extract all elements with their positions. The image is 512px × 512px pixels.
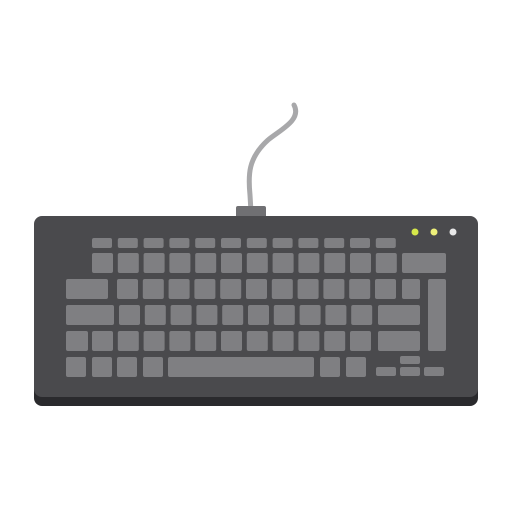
key — [196, 305, 218, 325]
key — [92, 253, 113, 273]
key — [351, 305, 373, 325]
key — [271, 279, 293, 299]
led-2-indicator — [430, 228, 438, 236]
function-key — [117, 238, 138, 248]
key — [325, 305, 347, 325]
key — [195, 331, 217, 351]
ctrl-key — [66, 357, 86, 377]
key — [272, 253, 294, 273]
key — [298, 253, 320, 273]
tab-key — [66, 279, 108, 299]
function-key — [143, 238, 164, 248]
backspace-key — [402, 253, 446, 273]
function-key — [298, 238, 319, 248]
function-key — [272, 238, 293, 248]
key — [272, 331, 294, 351]
shift-key — [378, 331, 420, 351]
key — [170, 305, 192, 325]
function-key — [375, 238, 396, 248]
key — [221, 253, 242, 273]
key — [324, 331, 346, 351]
arrow-left-key — [376, 367, 396, 376]
shift-key — [66, 331, 88, 351]
key — [168, 279, 190, 299]
key — [349, 279, 371, 299]
key — [402, 279, 420, 299]
key — [169, 253, 191, 273]
key — [222, 305, 244, 325]
keyboard-icon — [34, 102, 478, 406]
key — [117, 279, 138, 299]
key — [144, 305, 166, 325]
key — [117, 331, 139, 351]
key — [378, 305, 420, 325]
space-bar-key — [168, 357, 314, 377]
keyboard-illustration — [0, 0, 512, 512]
key — [299, 305, 321, 325]
key — [248, 305, 269, 325]
key — [350, 331, 371, 351]
alt-key — [143, 357, 163, 377]
key — [323, 279, 345, 299]
function-key — [324, 238, 345, 248]
key — [194, 279, 216, 299]
key — [375, 279, 396, 299]
function-key — [350, 238, 370, 248]
key — [92, 331, 113, 351]
key — [143, 331, 165, 351]
key — [195, 253, 217, 273]
function-key — [92, 238, 112, 248]
key — [350, 253, 371, 273]
key — [273, 305, 295, 325]
key — [143, 253, 165, 273]
key — [220, 279, 242, 299]
led-3-indicator — [449, 228, 457, 236]
win-key — [117, 357, 137, 377]
arrow-right-key — [424, 367, 444, 376]
key — [246, 253, 268, 273]
ctrl-key — [346, 357, 366, 377]
led-1-indicator — [411, 228, 419, 236]
key — [221, 331, 242, 351]
key — [119, 305, 140, 325]
key — [169, 331, 191, 351]
key — [142, 279, 164, 299]
key — [297, 279, 319, 299]
function-key — [246, 238, 267, 248]
caps-lock-key — [66, 305, 114, 325]
fn-key — [92, 357, 112, 377]
key — [246, 279, 267, 299]
key — [246, 331, 268, 351]
enter-key — [428, 279, 446, 351]
arrow-down-key — [400, 367, 420, 376]
key — [324, 253, 346, 273]
function-key — [169, 238, 190, 248]
alt-key — [320, 357, 340, 377]
key — [298, 331, 320, 351]
cable — [246, 102, 299, 215]
arrow-up-key — [400, 356, 420, 364]
function-key — [221, 238, 241, 248]
function-key — [195, 238, 216, 248]
key — [375, 253, 397, 273]
key — [117, 253, 139, 273]
